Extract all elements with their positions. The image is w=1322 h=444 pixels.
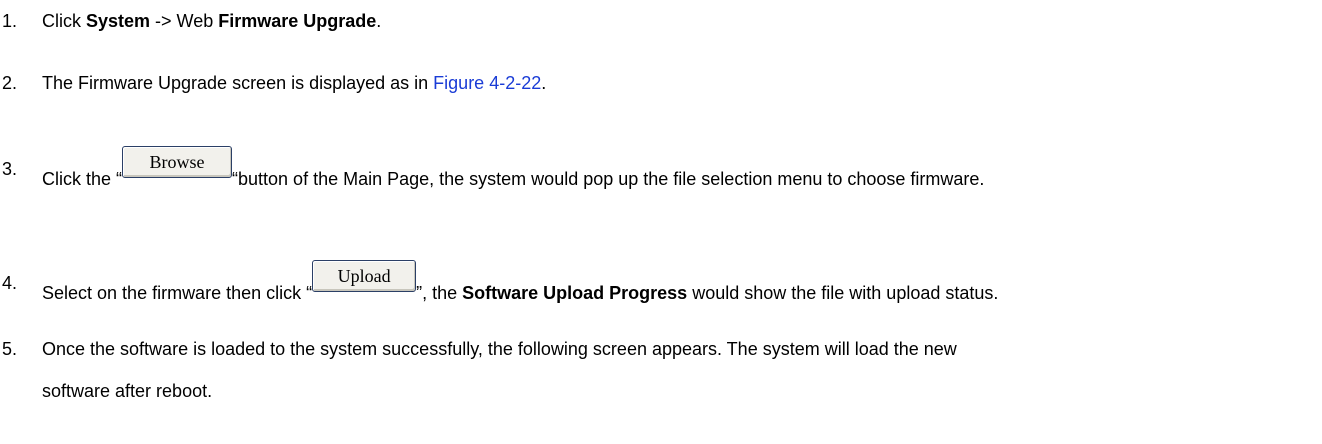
step-number: 5.: [2, 339, 18, 359]
step-text: software after reboot.: [42, 381, 213, 401]
step-text-part: Select on the firmware then click “: [42, 283, 313, 303]
step-text-part: Click: [42, 11, 86, 31]
step-text-part: -> Web: [150, 11, 219, 31]
browse-button[interactable]: Browse: [122, 146, 233, 178]
step-text-part: .: [541, 73, 547, 93]
step-number: 1.: [2, 11, 18, 31]
upload-button[interactable]: Upload: [312, 260, 417, 292]
step-text-part: would show the file with upload status.: [687, 283, 999, 303]
step-text: Click the “Browse“button of the Main Pag…: [42, 146, 985, 190]
step-text-part: .: [376, 11, 382, 31]
step-number: 3.: [2, 159, 18, 179]
step-text-part: “button of the Main Page, the system wou…: [232, 169, 985, 189]
step-text: Once the software is loaded to the syste…: [42, 339, 957, 359]
menu-system-label: System: [86, 11, 151, 31]
software-upload-progress-label: Software Upload Progress: [462, 283, 688, 303]
step-text-part: Click the “: [42, 169, 123, 189]
figure-link[interactable]: Figure 4-2-22: [433, 73, 541, 93]
step-text-part: ”, the: [416, 283, 463, 303]
step-text-part: The Firmware Upgrade screen is displayed…: [42, 73, 434, 93]
step-text: The Firmware Upgrade screen is displayed…: [42, 72, 546, 94]
menu-firmware-upgrade-label: Firmware Upgrade: [218, 11, 377, 31]
step-text: Click System -> Web Firmware Upgrade.: [42, 10, 381, 32]
step-number: 2.: [2, 73, 18, 93]
step-number: 4.: [2, 273, 18, 293]
step-text: Select on the firmware then click “Uploa…: [42, 260, 999, 304]
